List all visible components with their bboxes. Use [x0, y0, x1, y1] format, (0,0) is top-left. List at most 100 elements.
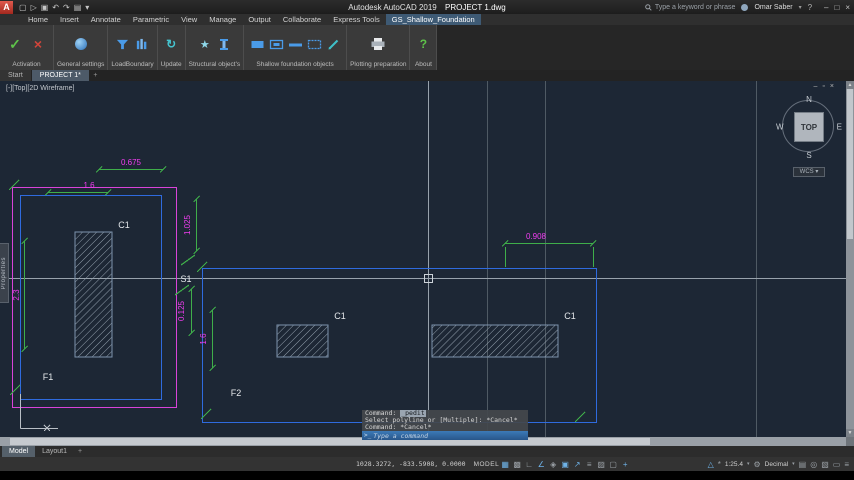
- file-tab-start[interactable]: Start: [0, 70, 31, 81]
- quick-properties-icon[interactable]: ▤: [799, 460, 807, 469]
- user-dropdown-icon[interactable]: ▾: [799, 4, 802, 11]
- undo-icon[interactable]: ↶: [52, 3, 59, 12]
- column-c1-mid-hatch[interactable]: [276, 324, 329, 358]
- dimension-text-16-f2[interactable]: 1.6: [199, 333, 208, 345]
- combined-footing-button[interactable]: [268, 30, 284, 58]
- deactivate-button[interactable]: ×: [28, 30, 48, 58]
- update-button[interactable]: ↻: [163, 30, 179, 58]
- isodraft-icon[interactable]: ◈: [547, 460, 559, 469]
- viewcube-south[interactable]: S: [806, 151, 811, 160]
- drawing-area[interactable]: 0.675 1.6 1.025 2.3 0.125 0.908 1.6 C1 C…: [0, 81, 846, 437]
- properties-palette-tab[interactable]: Properties: [0, 243, 9, 303]
- grid-icon[interactable]: ▦: [499, 460, 511, 469]
- clean-screen-icon[interactable]: ▭: [833, 460, 841, 469]
- open-file-icon[interactable]: ▷: [31, 3, 37, 12]
- signed-in-user[interactable]: Omar Saber: [754, 4, 792, 11]
- ribbon-tab-parametric[interactable]: Parametric: [127, 14, 175, 25]
- label-c1-mid[interactable]: C1: [334, 311, 346, 321]
- dimension-text-1025[interactable]: 1.025: [183, 214, 192, 235]
- viewport-controls-label[interactable]: [-][Top][2D Wireframe]: [6, 85, 74, 92]
- general-settings-button[interactable]: [71, 30, 91, 58]
- ribbon-tab-home[interactable]: Home: [22, 14, 54, 25]
- customization-icon[interactable]: ≡: [844, 460, 849, 469]
- load-filter-button[interactable]: [115, 30, 131, 58]
- object-snap-tracking-icon[interactable]: ↗: [571, 460, 583, 469]
- minimize-icon[interactable]: –: [824, 3, 828, 12]
- tab-model[interactable]: Model: [2, 446, 36, 457]
- centerlines[interactable]: [487, 81, 757, 437]
- save-file-icon[interactable]: ▣: [41, 3, 49, 12]
- ribbon-tab-view[interactable]: View: [175, 14, 203, 25]
- scale-dropdown-icon[interactable]: ▾: [747, 461, 750, 467]
- ribbon-tab-output[interactable]: Output: [242, 14, 277, 25]
- dimension-text-0908[interactable]: 0.908: [526, 232, 547, 241]
- mat-foundation-button[interactable]: [306, 30, 322, 58]
- isolated-footing-button[interactable]: [249, 30, 265, 58]
- vertical-scroll-thumb[interactable]: [847, 89, 853, 239]
- annotation-scale-button[interactable]: 1:25.4: [725, 461, 743, 468]
- model-space-button[interactable]: MODEL: [474, 461, 500, 468]
- command-input[interactable]: [373, 431, 528, 440]
- vertical-scrollbar[interactable]: ▲ ▼: [846, 81, 854, 437]
- viewcube-top-face[interactable]: TOP: [794, 112, 824, 142]
- viewcube-east[interactable]: E: [837, 123, 842, 132]
- application-menu-button[interactable]: A: [0, 0, 13, 14]
- command-line-window[interactable]: Command: _pedit Select polyline or [Mult…: [362, 410, 528, 440]
- label-s1-section-marker[interactable]: S1: [180, 274, 191, 284]
- structural-star-button[interactable]: ★: [197, 30, 213, 58]
- viewport-close-icon[interactable]: ×: [830, 83, 834, 90]
- file-tab-project1[interactable]: PROJECT 1*: [31, 70, 89, 81]
- dimension-text-0675[interactable]: 0.675: [121, 158, 142, 167]
- ribbon-tab-express-tools[interactable]: Express Tools: [327, 14, 386, 25]
- viewcube-west[interactable]: W: [776, 123, 784, 132]
- wcs-dropdown[interactable]: WCS ▾: [793, 167, 825, 177]
- edit-footing-button[interactable]: [325, 30, 341, 58]
- ribbon-tab-manage[interactable]: Manage: [203, 14, 242, 25]
- new-drawing-tab-button[interactable]: +: [90, 70, 101, 81]
- dynamic-input-icon[interactable]: +: [619, 460, 631, 469]
- tab-layout1[interactable]: Layout1: [35, 446, 74, 457]
- model-space[interactable]: 0.675 1.6 1.025 2.3 0.125 0.908 1.6 C1 C…: [0, 81, 846, 437]
- plot-icon[interactable]: ▤: [74, 3, 82, 12]
- annotation-visibility-icon[interactable]: △: [708, 460, 714, 469]
- lineweight-icon[interactable]: ≡: [583, 460, 595, 469]
- ortho-icon[interactable]: ∟: [523, 460, 535, 469]
- dimension-text-16-top[interactable]: 1.6: [83, 181, 95, 190]
- viewcube-north[interactable]: N: [806, 95, 812, 104]
- ribbon-tab-insert[interactable]: Insert: [54, 14, 85, 25]
- user-avatar-icon[interactable]: [741, 3, 749, 11]
- polar-tracking-icon[interactable]: ∠: [535, 460, 547, 469]
- scroll-down-icon[interactable]: ▼: [846, 429, 854, 437]
- selection-cycling-icon[interactable]: ▢: [607, 460, 619, 469]
- ribbon-tab-collaborate[interactable]: Collaborate: [277, 14, 327, 25]
- autoscale-icon[interactable]: *: [718, 460, 721, 469]
- command-input-row[interactable]: >_: [362, 431, 528, 440]
- horizontal-scroll-thumb[interactable]: [10, 438, 650, 445]
- label-c1-right[interactable]: C1: [564, 311, 576, 321]
- isolate-objects-icon[interactable]: ◎: [810, 460, 817, 469]
- help-icon[interactable]: ?: [808, 3, 812, 12]
- units-button[interactable]: Decimal: [765, 461, 788, 468]
- viewcube[interactable]: N S W E TOP: [776, 95, 842, 160]
- ribbon-tab-gs-shallow-foundation[interactable]: GS_Shallow_Foundation: [385, 14, 481, 25]
- ribbon-tab-annotate[interactable]: Annotate: [85, 14, 127, 25]
- graphics-performance-icon[interactable]: ▧: [821, 460, 829, 469]
- new-layout-button[interactable]: +: [74, 446, 86, 457]
- osnap-icon[interactable]: ▣: [559, 460, 571, 469]
- snap-icon[interactable]: ▩: [511, 460, 523, 469]
- dimension-text-23[interactable]: 2.3: [12, 289, 21, 301]
- plotting-preparation-button[interactable]: [368, 30, 388, 58]
- load-columns-button[interactable]: [134, 30, 150, 58]
- label-f1[interactable]: F1: [43, 372, 54, 382]
- viewport-minimize-icon[interactable]: –: [814, 83, 818, 90]
- activate-button[interactable]: ✓: [5, 30, 25, 58]
- column-c1-left-hatch[interactable]: [74, 231, 113, 358]
- qat-dropdown-icon[interactable]: ▾: [85, 3, 89, 12]
- column-c1-right-hatch[interactable]: [431, 324, 559, 358]
- scroll-up-icon[interactable]: ▲: [846, 81, 854, 89]
- new-file-icon[interactable]: ▢: [19, 3, 27, 12]
- viewport-restore-icon[interactable]: ▫: [822, 83, 824, 90]
- strip-footing-button[interactable]: [287, 30, 303, 58]
- units-dropdown-icon[interactable]: ▾: [792, 461, 795, 467]
- dimension-text-0125[interactable]: 0.125: [177, 300, 186, 321]
